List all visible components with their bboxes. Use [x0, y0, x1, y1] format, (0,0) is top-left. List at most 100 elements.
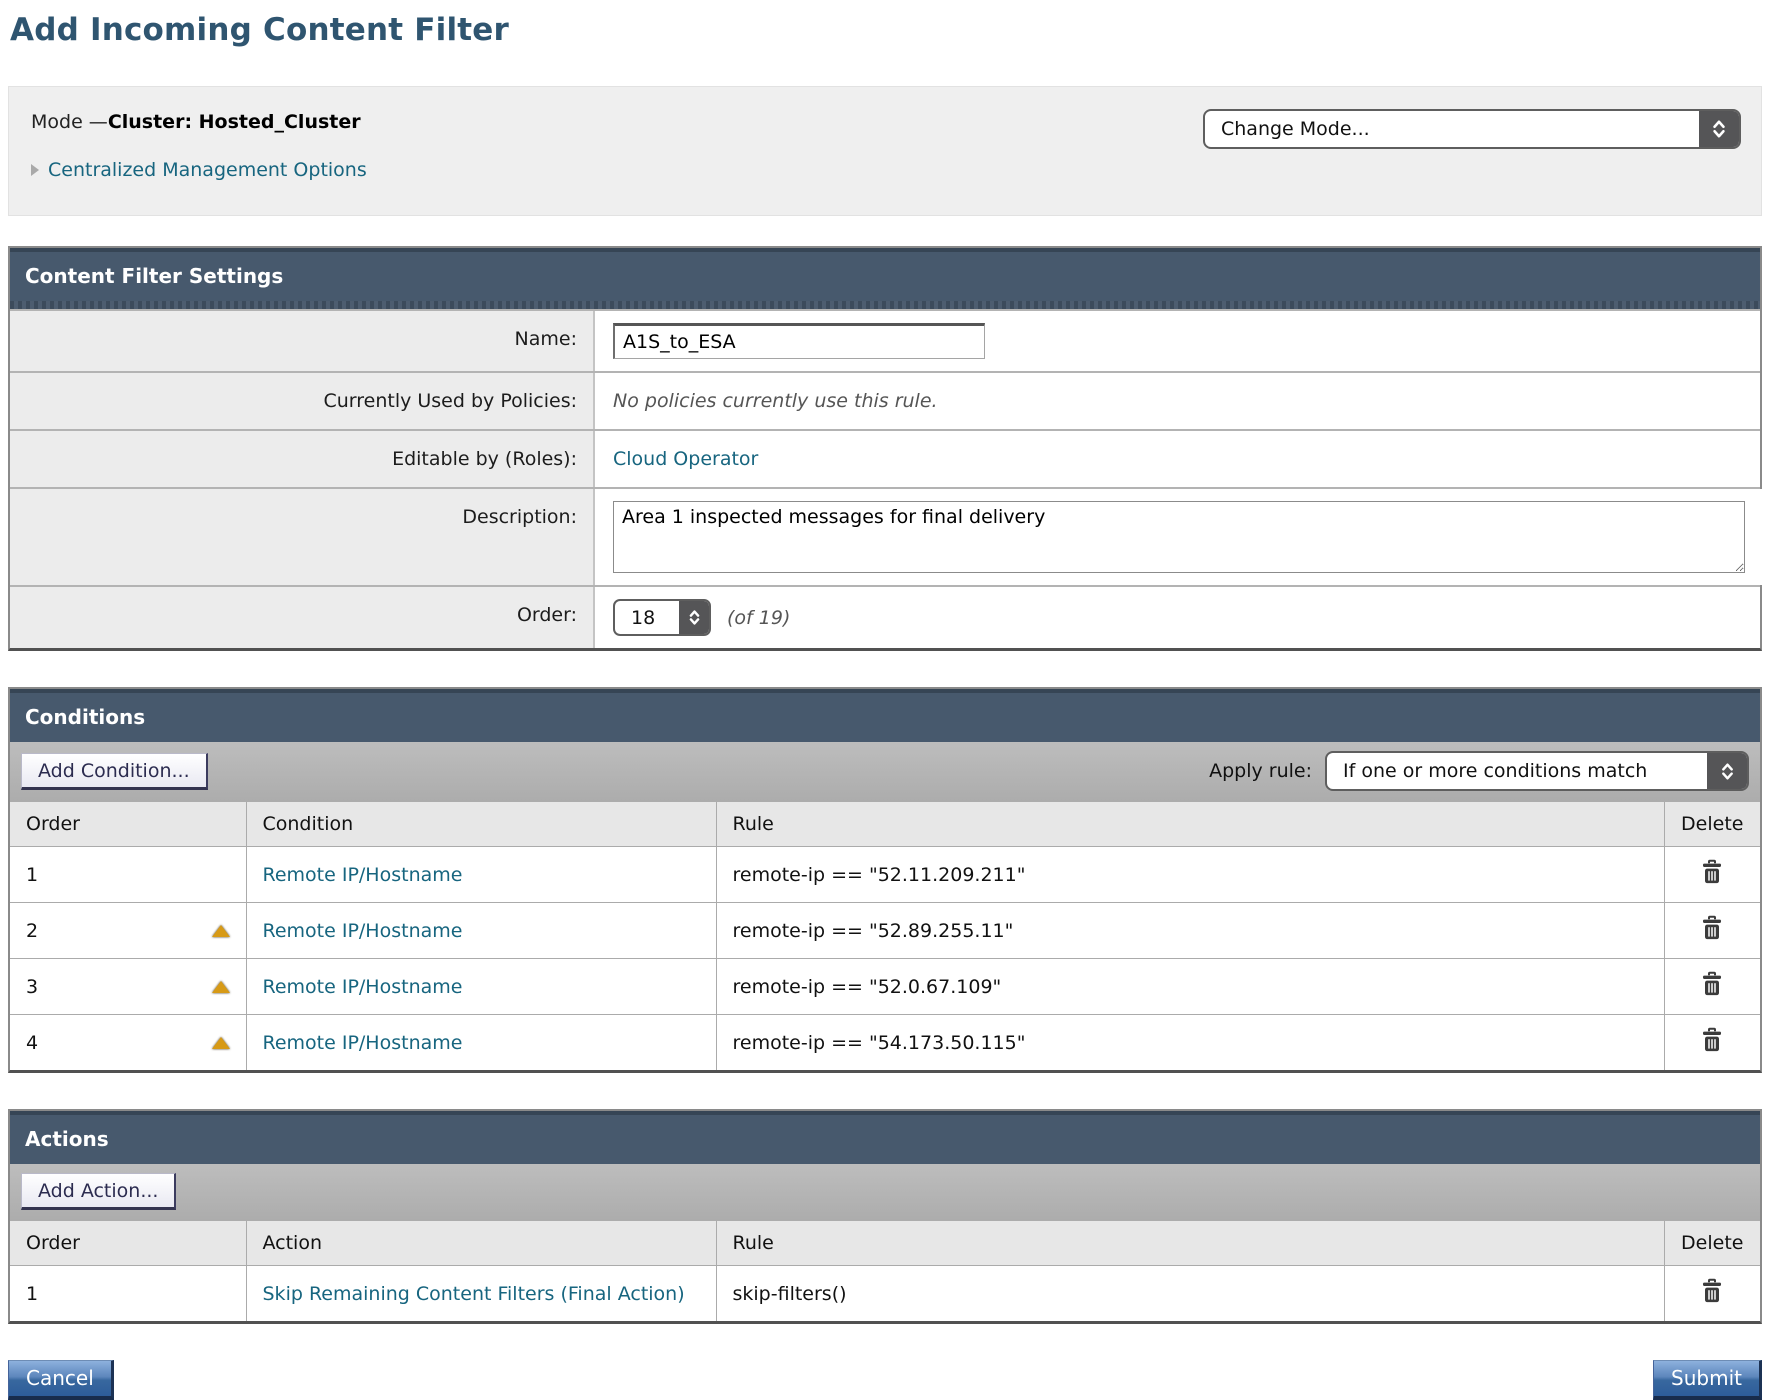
conditions-section-header: Conditions: [10, 689, 1760, 742]
condition-link[interactable]: Remote IP/Hostname: [263, 976, 463, 998]
cancel-button[interactable]: Cancel: [8, 1360, 114, 1400]
conditions-table: Order Condition Rule Delete 1 Remote IP/…: [10, 802, 1760, 1070]
roles-row: Editable by (Roles): Cloud Operator: [10, 429, 1760, 487]
condition-row: 4 Remote IP/Hostname remote-ip == "54.17…: [10, 1015, 1760, 1071]
condition-row: 1 Remote IP/Hostname remote-ip == "52.11…: [10, 847, 1760, 903]
condition-order-cell: 1: [10, 847, 246, 903]
order-select-value: 18: [615, 601, 679, 634]
move-up-icon[interactable]: [212, 981, 230, 993]
condition-cell: Remote IP/Hostname: [246, 1015, 716, 1071]
condition-cell: Remote IP/Hostname: [246, 903, 716, 959]
action-delete-cell: [1664, 1266, 1760, 1322]
actions-table: Order Action Rule Delete 1 Skip Remainin…: [10, 1221, 1760, 1321]
conditions-panel: Conditions Add Condition... Apply rule: …: [8, 687, 1762, 1073]
actions-section-header: Actions: [10, 1111, 1760, 1164]
trash-icon: [1700, 859, 1724, 885]
apply-rule-group: Apply rule: If one or more conditions ma…: [1209, 751, 1749, 791]
add-action-button[interactable]: Add Action...: [21, 1173, 176, 1210]
col-action: Action: [246, 1221, 716, 1266]
order-row: Order: 18 (of 19): [10, 585, 1760, 648]
move-up-icon[interactable]: [212, 1037, 230, 1049]
select-stepper-icon: [679, 601, 709, 634]
mode-value: Cluster: Hosted_Cluster: [108, 111, 361, 133]
disclosure-triangle-icon[interactable]: [31, 164, 39, 176]
description-row: Description: Area 1 inspected messages f…: [10, 487, 1760, 585]
condition-cell: Remote IP/Hostname: [246, 959, 716, 1015]
apply-rule-label: Apply rule:: [1209, 760, 1312, 782]
change-mode-select[interactable]: Change Mode...: [1203, 109, 1741, 149]
page-title: Add Incoming Content Filter: [10, 12, 1762, 48]
col-delete: Delete: [1664, 1221, 1760, 1266]
roles-value-cell: Cloud Operator: [595, 431, 1760, 487]
actions-toolbar: Add Action...: [10, 1164, 1760, 1221]
col-order: Order: [10, 802, 246, 847]
trash-icon: [1700, 915, 1724, 941]
condition-rule-cell: remote-ip == "52.0.67.109": [716, 959, 1664, 1015]
action-order-cell: 1: [10, 1266, 246, 1322]
mode-panel: Mode —Cluster: Hosted_Cluster Change Mod…: [8, 86, 1762, 216]
order-select[interactable]: 18: [613, 599, 711, 636]
delete-condition-button[interactable]: [1700, 915, 1724, 941]
condition-order: 4: [26, 1032, 38, 1054]
col-rule: Rule: [716, 1221, 1664, 1266]
col-delete: Delete: [1664, 802, 1760, 847]
description-value-cell: Area 1 inspected messages for final deli…: [595, 489, 1763, 585]
policies-value: No policies currently use this rule.: [613, 390, 938, 412]
conditions-toolbar: Add Condition... Apply rule: If one or m…: [10, 742, 1760, 802]
apply-rule-select[interactable]: If one or more conditions match: [1325, 751, 1749, 791]
delete-condition-button[interactable]: [1700, 1027, 1724, 1053]
select-stepper-icon: [1707, 753, 1747, 789]
trash-icon: [1700, 1278, 1724, 1304]
description-label: Description:: [10, 489, 595, 585]
roles-label: Editable by (Roles):: [10, 431, 595, 487]
name-label: Name:: [10, 311, 595, 371]
apply-rule-select-value: If one or more conditions match: [1327, 753, 1707, 789]
condition-delete-cell: [1664, 903, 1760, 959]
condition-rule-cell: remote-ip == "52.89.255.11": [716, 903, 1664, 959]
name-value-cell: [595, 311, 1760, 371]
order-value-cell: 18 (of 19): [595, 587, 1760, 648]
management-options-row: Centralized Management Options: [31, 159, 1739, 181]
policies-value-cell: No policies currently use this rule.: [595, 373, 1760, 429]
order-total: (of 19): [727, 607, 790, 629]
delete-action-button[interactable]: [1700, 1278, 1724, 1304]
condition-delete-cell: [1664, 959, 1760, 1015]
condition-link[interactable]: Remote IP/Hostname: [263, 864, 463, 886]
condition-rule-cell: remote-ip == "54.173.50.115": [716, 1015, 1664, 1071]
condition-link[interactable]: Remote IP/Hostname: [263, 1032, 463, 1054]
name-input[interactable]: [613, 323, 985, 359]
condition-row: 2 Remote IP/Hostname remote-ip == "52.89…: [10, 903, 1760, 959]
submit-button[interactable]: Submit: [1653, 1360, 1762, 1400]
condition-rule-cell: remote-ip == "52.11.209.211": [716, 847, 1664, 903]
action-row: 1 Skip Remaining Content Filters (Final …: [10, 1266, 1760, 1322]
name-row: Name:: [10, 309, 1760, 371]
col-rule: Rule: [716, 802, 1664, 847]
delete-condition-button[interactable]: [1700, 859, 1724, 885]
actions-header-row: Order Action Rule Delete: [10, 1221, 1760, 1266]
condition-row: 3 Remote IP/Hostname remote-ip == "52.0.…: [10, 959, 1760, 1015]
condition-link[interactable]: Remote IP/Hostname: [263, 920, 463, 942]
select-stepper-icon: [1699, 111, 1739, 147]
move-up-icon[interactable]: [212, 925, 230, 937]
policies-label: Currently Used by Policies:: [10, 373, 595, 429]
page-root: Add Incoming Content Filter Mode —Cluste…: [0, 0, 1770, 1400]
header-divider: [10, 301, 1760, 309]
mode-label: Mode —: [31, 111, 108, 133]
delete-condition-button[interactable]: [1700, 971, 1724, 997]
col-condition: Condition: [246, 802, 716, 847]
condition-order-cell: 3: [10, 959, 246, 1015]
add-condition-button[interactable]: Add Condition...: [21, 753, 208, 790]
condition-order: 3: [26, 976, 38, 998]
cloud-operator-link[interactable]: Cloud Operator: [613, 448, 758, 470]
trash-icon: [1700, 1027, 1724, 1053]
trash-icon: [1700, 971, 1724, 997]
centralized-management-options-link[interactable]: Centralized Management Options: [48, 159, 367, 181]
condition-order-cell: 2: [10, 903, 246, 959]
condition-order: 1: [26, 864, 38, 886]
footer-bar: Cancel Submit: [8, 1360, 1762, 1400]
description-textarea[interactable]: Area 1 inspected messages for final deli…: [613, 501, 1745, 573]
condition-cell: Remote IP/Hostname: [246, 847, 716, 903]
settings-section-header: Content Filter Settings: [10, 248, 1760, 301]
policies-row: Currently Used by Policies: No policies …: [10, 371, 1760, 429]
condition-delete-cell: [1664, 847, 1760, 903]
